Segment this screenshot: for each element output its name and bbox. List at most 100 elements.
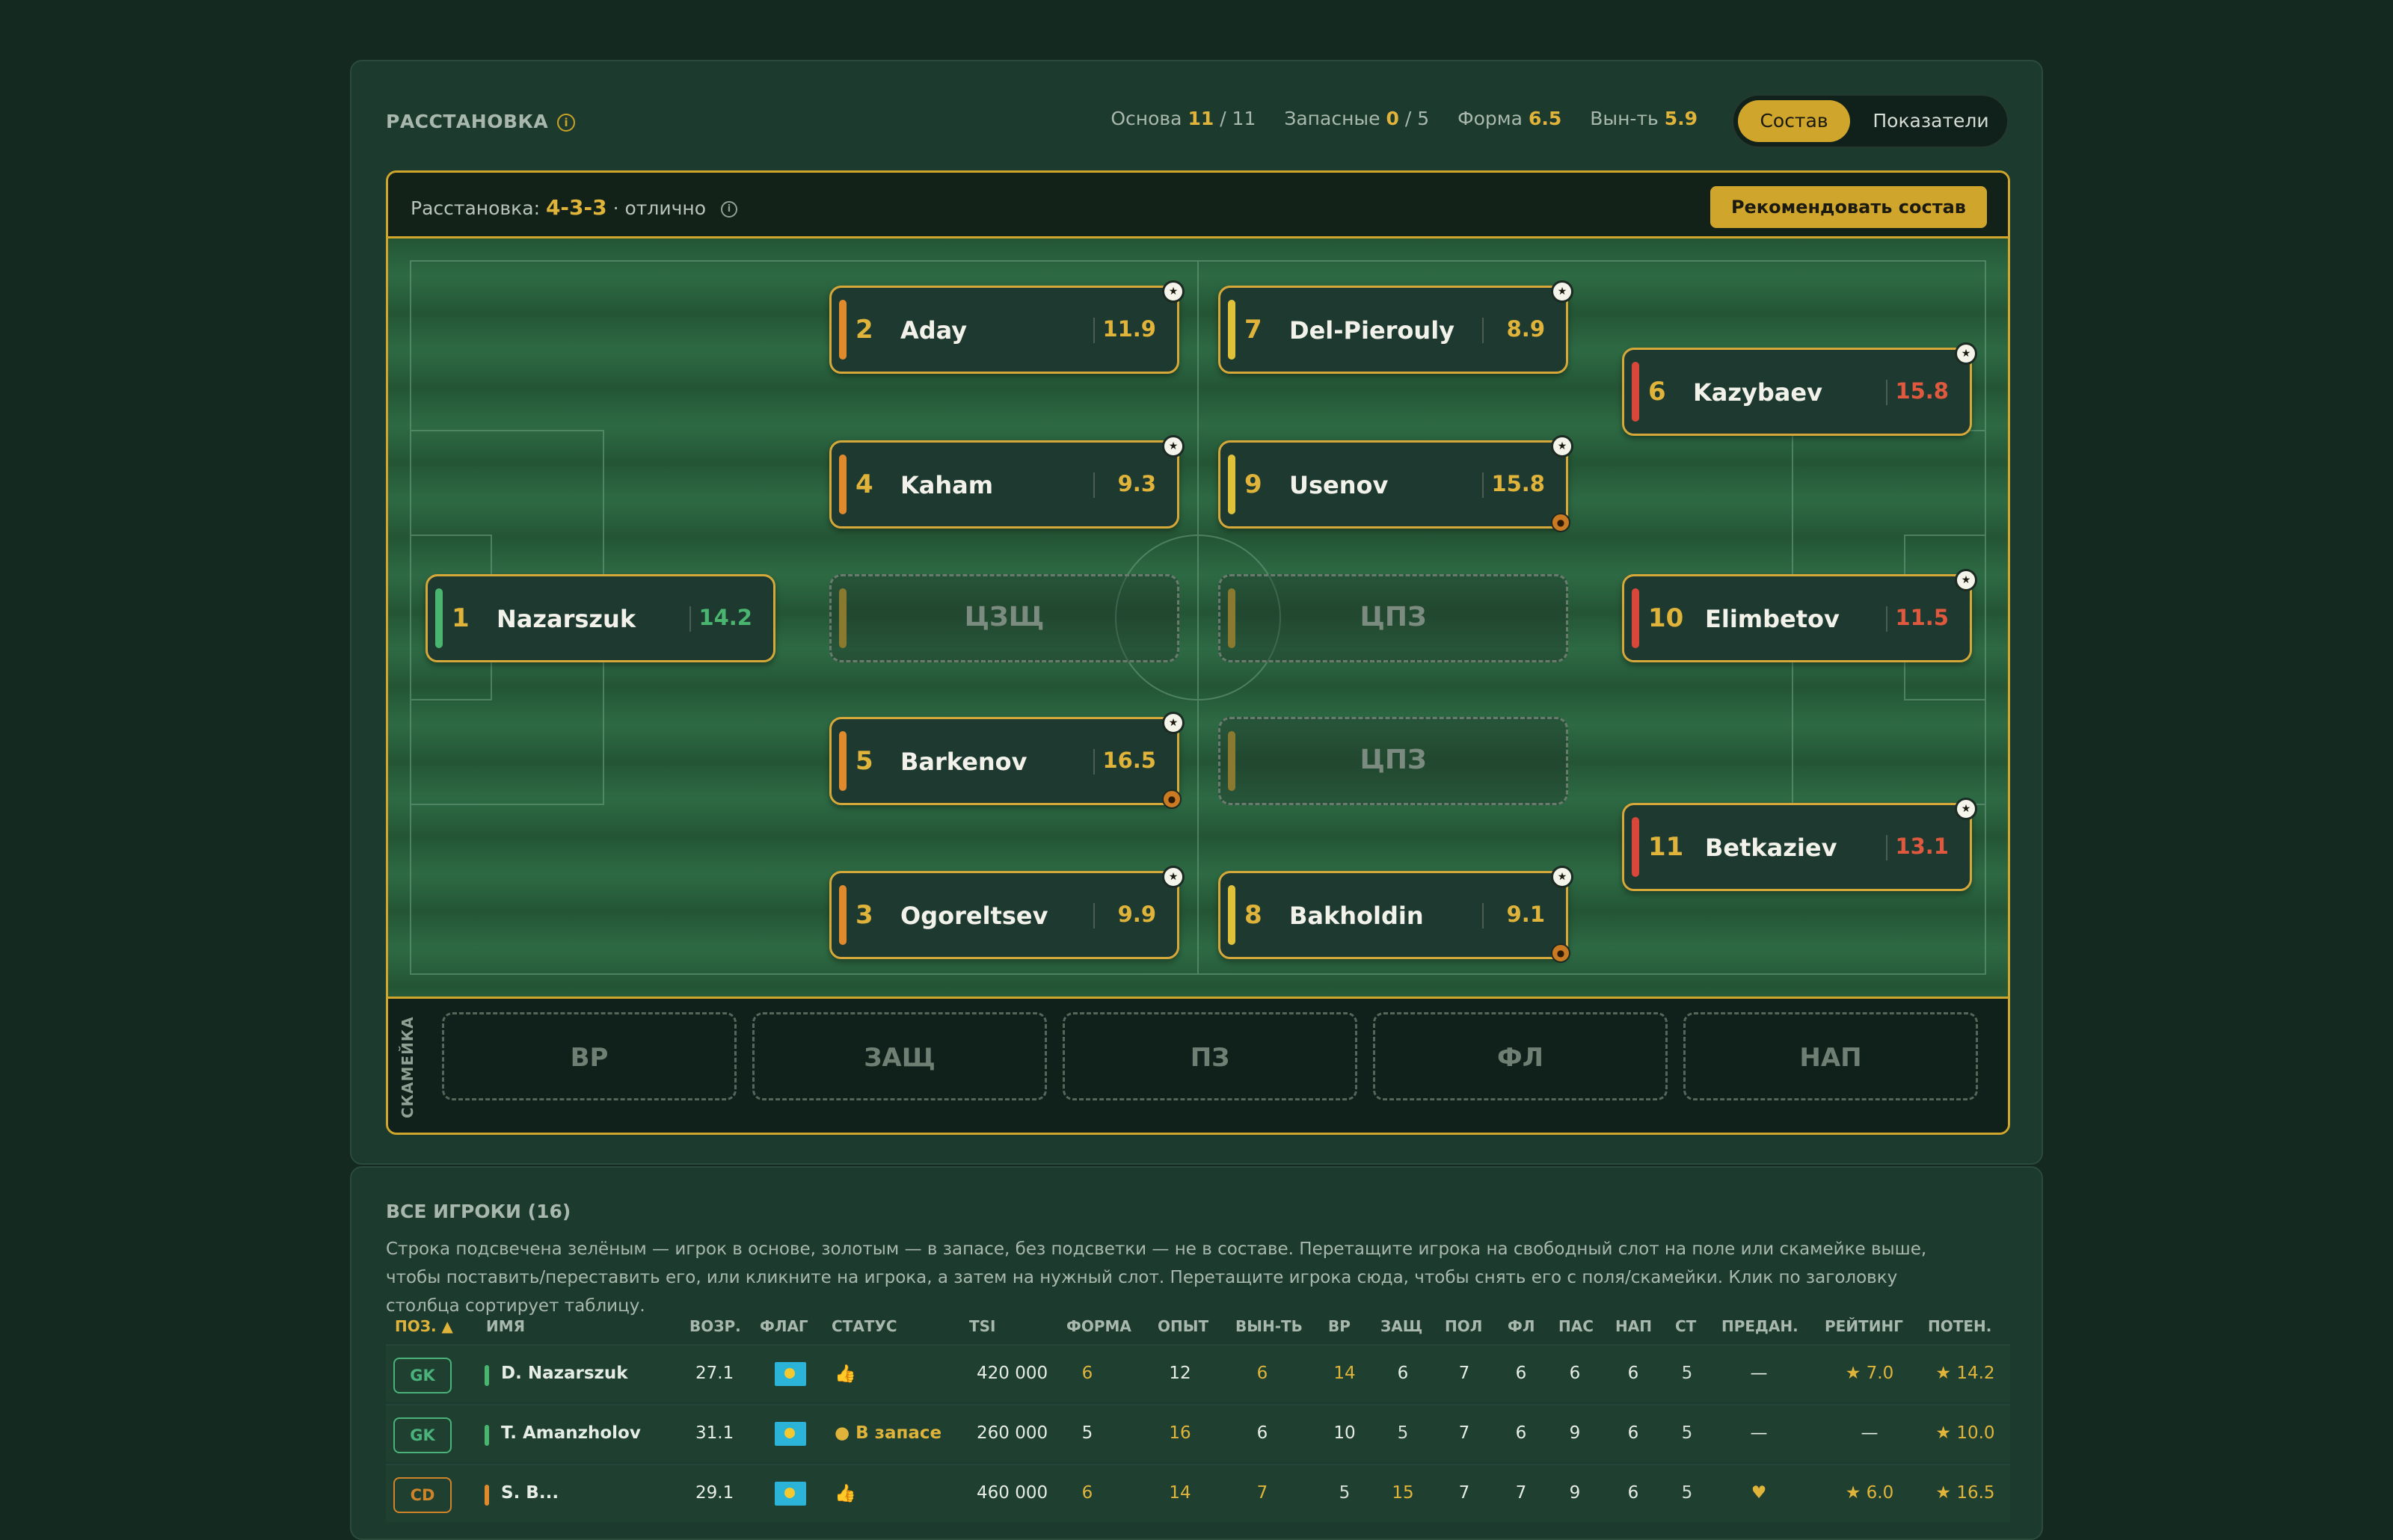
recommend-lineup-button[interactable]: Рекомендовать состав [1709, 186, 1987, 228]
status: ● В запасе [835, 1423, 942, 1443]
kazakhstan-flag-icon [775, 1362, 806, 1386]
col-header[interactable]: СТ [1675, 1317, 1696, 1335]
col-header[interactable]: ВЫН-ТЬ [1235, 1317, 1303, 1335]
bench-slot[interactable]: ЗАЩ [752, 1012, 1047, 1100]
form: 6 [1081, 1483, 1093, 1503]
bench-slot-label: ВР [570, 1043, 609, 1073]
player-name: Kaham [900, 471, 994, 499]
col-header[interactable]: ВОЗР. [689, 1317, 741, 1335]
age: 27.1 [695, 1364, 734, 1383]
divider [689, 606, 691, 632]
rating: — [1861, 1423, 1879, 1443]
age: 31.1 [695, 1423, 734, 1443]
col-header[interactable]: ПОТЕН. [1928, 1317, 1991, 1335]
football-field: 1 Nazarszuk 14.2 2 Aday 11.9 ★ 4 Kaham 9.3 ★ 5 Ba… [388, 238, 2008, 997]
status-bar [485, 1485, 489, 1506]
all-players-title: ВСЕ ИГРОКИ (16) [386, 1201, 571, 1222]
loyalty: — [1750, 1364, 1768, 1383]
passing: 9 [1569, 1483, 1581, 1503]
player-number: 1 [452, 603, 470, 633]
star-icon: ★ [1551, 866, 1573, 888]
tab-stats[interactable]: Показатели [1859, 100, 2003, 142]
info-icon[interactable]: i [557, 114, 576, 132]
player-slot[interactable]: 6 Kazybaev 15.8 ★ [1622, 342, 1977, 436]
position-bar [1228, 300, 1235, 360]
col-header[interactable]: ВР [1328, 1317, 1351, 1335]
player-rating: 15.8 [1895, 378, 1949, 404]
empty-slot-im[interactable]: ЦПЗ [1218, 717, 1568, 805]
player-rating: 11.5 [1895, 605, 1949, 630]
col-header[interactable]: ФЛАГ [760, 1317, 808, 1335]
player-slot[interactable]: 10 Elimbetov 11.5 ★ [1622, 569, 1977, 662]
player-slot[interactable]: 3 Ogoreltsev 9.9 ★ [829, 866, 1185, 959]
col-header[interactable]: СТАТУС [832, 1317, 897, 1335]
col-header[interactable]: ФОРМА [1066, 1317, 1131, 1335]
status-bar [485, 1425, 489, 1446]
col-header[interactable]: ПОЗ. ▲ [395, 1317, 453, 1335]
player-name: T. Amanzholov [501, 1423, 641, 1443]
col-header[interactable]: TSI [969, 1317, 996, 1335]
all-players-card: ВСЕ ИГРОКИ (16) Строка подсвечена зелёны… [350, 1166, 2043, 1540]
col-header[interactable]: ИМЯ [486, 1317, 525, 1335]
player-number: 10 [1648, 603, 1684, 633]
bench-slot[interactable]: ФЛ [1373, 1012, 1668, 1100]
player-name: Bakholdin [1289, 902, 1424, 930]
divider [1886, 835, 1887, 860]
position-bar [839, 455, 847, 514]
stamina: 7 [1256, 1483, 1268, 1503]
player-number: 3 [855, 900, 873, 930]
col-header[interactable]: ПРЕДАН. [1721, 1317, 1798, 1335]
table-row[interactable]: GK D. Nazarszuk 27.1 👍 420 000 6 12 6 14… [386, 1344, 2010, 1402]
tsi: 260 000 [977, 1423, 1048, 1443]
experience: 16 [1169, 1423, 1191, 1443]
player-name: Ogoreltsev [900, 902, 1048, 930]
potential: ★ 14.2 [1935, 1364, 1995, 1383]
player-slot[interactable]: 8 Bakholdin 9.1 ★ ● [1218, 866, 1573, 963]
divider [1093, 749, 1095, 774]
player-slot[interactable]: 7 Del-Pierouly 8.9 ★ [1218, 280, 1573, 374]
player-slot[interactable]: 1 Nazarszuk 14.2 [426, 574, 775, 662]
table-header: ПОЗ. ▲ ИМЯ ВОЗР. ФЛАГ СТАТУС TSI ФОРМА О… [386, 1310, 2010, 1344]
col-header[interactable]: РЕЙТИНГ [1825, 1317, 1903, 1335]
bench-slot-label: ПЗ [1190, 1043, 1230, 1073]
player-name: Kazybaev [1693, 378, 1822, 407]
col-header[interactable]: ПОЛ [1445, 1317, 1482, 1335]
table-row[interactable]: GK T. Amanzholov 31.1 ● В запасе 260 000… [386, 1404, 2010, 1462]
tsi: 420 000 [977, 1364, 1048, 1383]
player-name: Aday [900, 316, 968, 345]
player-rating: 9.9 [1117, 902, 1156, 927]
defending: 6 [1397, 1364, 1409, 1383]
formation-info-icon[interactable]: i [720, 201, 737, 218]
kazakhstan-flag-icon [775, 1482, 806, 1506]
rating: ★ 6.0 [1845, 1483, 1894, 1503]
scoring: 6 [1627, 1364, 1639, 1383]
player-slot[interactable]: 5 Barkenov 16.5 ★ ● [829, 712, 1185, 809]
col-header[interactable]: ЗАЩ [1380, 1317, 1422, 1335]
empty-slot-im[interactable]: ЦПЗ [1218, 574, 1568, 662]
bench-slot[interactable]: ВР [442, 1012, 737, 1100]
bench-slot[interactable]: НАП [1683, 1012, 1978, 1100]
empty-slot-cd[interactable]: ЦЗЩ [829, 574, 1179, 662]
col-header[interactable]: ОПЫТ [1158, 1317, 1208, 1335]
status-bar [485, 1365, 489, 1386]
potential: ★ 10.0 [1935, 1423, 1995, 1443]
scoring: 6 [1627, 1483, 1639, 1503]
bench-slot[interactable]: ПЗ [1063, 1012, 1357, 1100]
star-icon: ★ [1551, 280, 1573, 303]
bench-label: СКАМЕЙКА [399, 1016, 417, 1118]
tab-lineup[interactable]: Состав [1738, 100, 1850, 142]
player-slot[interactable]: 9 Usenov 15.8 ★ ● [1218, 435, 1573, 532]
player-number: 9 [1244, 469, 1262, 499]
col-header[interactable]: НАП [1615, 1317, 1652, 1335]
player-slot[interactable]: 11 Betkaziev 13.1 ★ [1622, 798, 1977, 891]
player-slot[interactable]: 4 Kaham 9.3 ★ [829, 435, 1185, 529]
table-row[interactable]: CD S. B... 29.1 👍 460 000 6 14 7 5 15 7 … [386, 1464, 2010, 1522]
player-slot[interactable]: 2 Aday 11.9 ★ [829, 280, 1185, 374]
heart-icon: ♥ [1751, 1483, 1767, 1503]
col-header[interactable]: ПАС [1558, 1317, 1594, 1335]
tsi: 460 000 [977, 1483, 1048, 1503]
divider [1482, 903, 1484, 928]
pitch-header: Расстановка: 4-3-3 · отлично i Рекомендо… [388, 173, 2008, 238]
col-header[interactable]: ФЛ [1508, 1317, 1535, 1335]
dot-icon: ● [835, 1423, 850, 1443]
